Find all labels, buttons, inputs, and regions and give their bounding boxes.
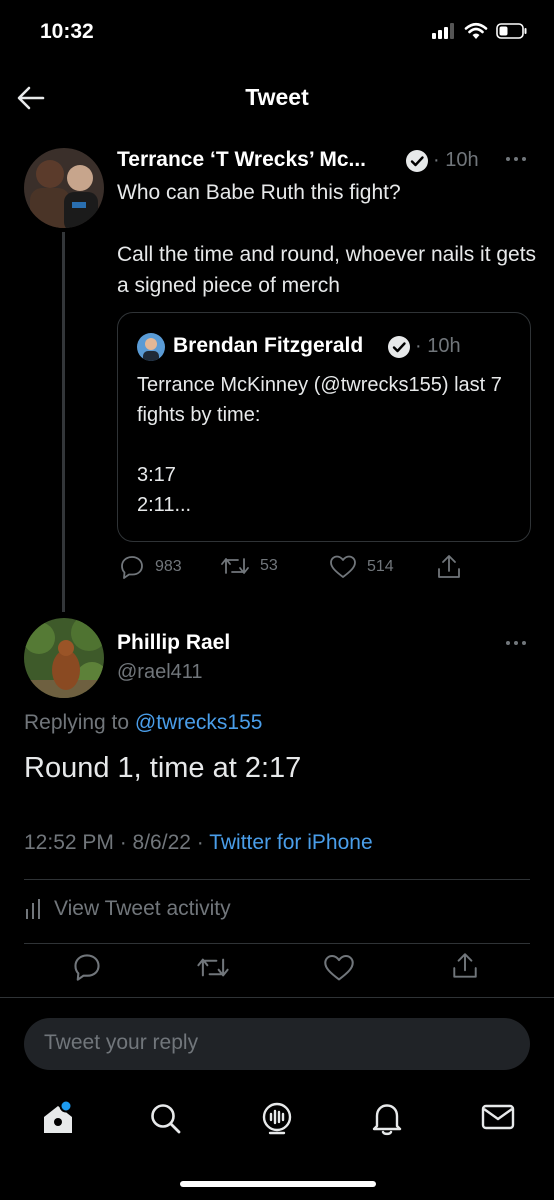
tweet-time: · 10h	[433, 149, 479, 171]
reply-icon	[121, 556, 143, 579]
like-action[interactable]: 514	[329, 554, 394, 580]
divider	[24, 943, 530, 944]
reply-author-avatar[interactable]	[24, 618, 104, 698]
retweet-button[interactable]	[196, 954, 230, 981]
quoted-author-name: Brendan Fitzgerald	[173, 334, 364, 357]
spaces-icon	[262, 1102, 292, 1135]
reply-button[interactable]	[72, 952, 102, 982]
home-indicator	[180, 1181, 376, 1187]
tab-search[interactable]	[147, 1100, 183, 1136]
share-icon	[453, 953, 477, 978]
cellular-signal-icon	[432, 23, 454, 39]
tab-notifications[interactable]	[369, 1099, 405, 1137]
status-time: 10:32	[40, 20, 94, 43]
more-options-icon[interactable]	[505, 640, 527, 646]
retweet-action[interactable]: 53	[220, 554, 278, 578]
retweet-icon	[221, 558, 249, 574]
author-name[interactable]: Terrance ‘T Wrecks’ Mc...	[117, 148, 366, 172]
verified-badge-icon	[388, 336, 410, 358]
quoted-tweet-text: Terrance McKinney (@twrecks155) last 7 f…	[137, 374, 502, 516]
like-count: 514	[367, 558, 394, 575]
bell-icon	[372, 1104, 402, 1136]
replying-to-handle[interactable]: @twrecks155	[135, 711, 263, 734]
tab-messages[interactable]	[480, 1102, 516, 1132]
author-avatar[interactable]	[24, 148, 104, 228]
divider	[0, 997, 554, 998]
reply-author-handle[interactable]: @rael411	[117, 661, 203, 684]
replying-to-prefix: Replying to	[24, 711, 135, 734]
tweet-timestamp: 12:52 PM · 8/6/22 ·	[24, 831, 210, 854]
replying-to-line: Replying to @twrecks155	[24, 711, 262, 735]
quoted-tweet-time: · 10h	[415, 335, 461, 357]
status-icons	[432, 22, 528, 40]
more-options-icon[interactable]	[505, 156, 527, 162]
tweet-source[interactable]: Twitter for iPhone	[209, 831, 372, 854]
quoted-author-avatar	[137, 333, 165, 361]
divider	[24, 879, 530, 880]
wifi-icon	[464, 22, 488, 39]
share-action[interactable]	[436, 553, 462, 581]
reply-tweet-text: Round 1, time at 2:17	[24, 752, 302, 784]
share-icon	[438, 555, 460, 578]
view-tweet-activity-label: View Tweet activity	[54, 897, 231, 920]
page-title: Tweet	[245, 84, 309, 110]
battery-icon	[496, 23, 527, 39]
tweet-text: Who can Babe Ruth this fight? Call the t…	[117, 181, 537, 297]
retweet-count: 53	[260, 557, 278, 574]
search-icon	[151, 1104, 181, 1134]
like-button[interactable]	[323, 953, 355, 983]
tab-home[interactable]	[38, 1098, 78, 1138]
analytics-icon	[26, 899, 40, 919]
reply-author-name[interactable]: Phillip Rael	[117, 631, 230, 655]
mail-icon	[481, 1104, 515, 1130]
reply-input-placeholder: Tweet your reply	[44, 1031, 199, 1054]
view-tweet-activity[interactable]: View Tweet activity	[24, 897, 231, 921]
reply-count: 983	[155, 558, 182, 575]
heart-icon	[324, 954, 354, 981]
reply-icon	[74, 954, 100, 981]
home-icon	[44, 1099, 73, 1133]
tweet-timestamp-line: 12:52 PM · 8/6/22 · Twitter for iPhone	[24, 831, 373, 855]
reply-action[interactable]: 983	[119, 554, 182, 580]
thread-line	[62, 232, 65, 612]
retweet-icon	[197, 958, 229, 977]
share-button[interactable]	[451, 951, 479, 981]
heart-icon	[330, 555, 356, 578]
verified-badge-icon	[406, 150, 428, 172]
tab-spaces[interactable]	[258, 1099, 296, 1137]
